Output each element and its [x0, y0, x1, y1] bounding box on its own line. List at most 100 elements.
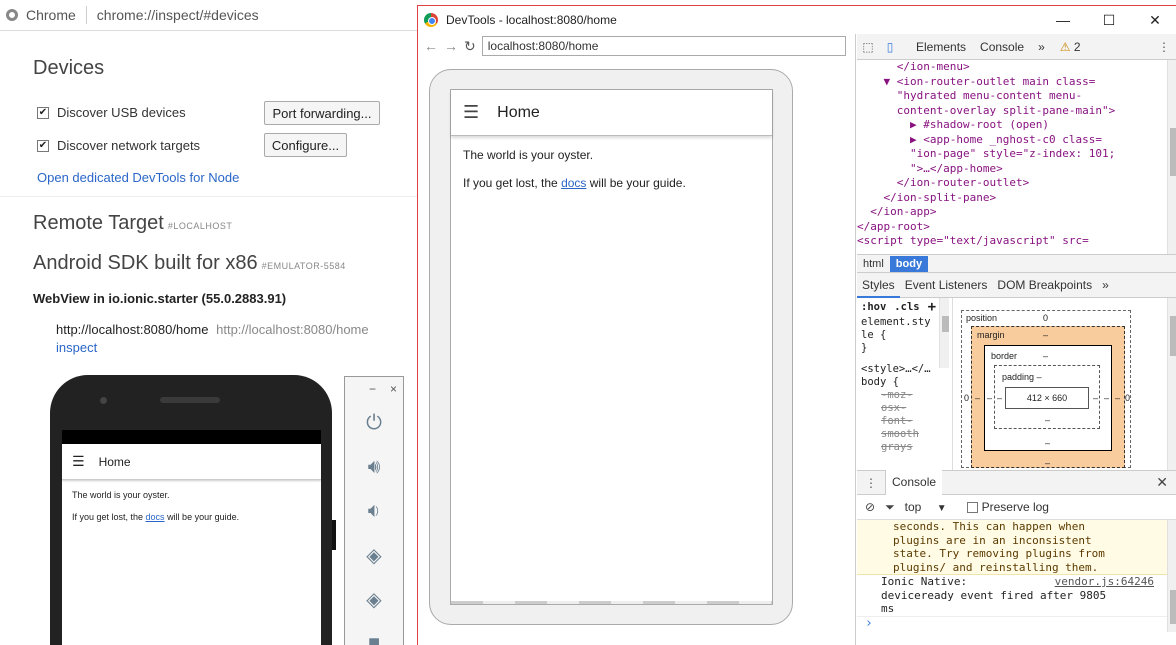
style-property-struck[interactable]: -moz-	[861, 389, 952, 402]
preserve-log-row[interactable]: Preserve log	[966, 500, 1049, 514]
minimize-window-icon[interactable]: —	[1040, 6, 1086, 34]
styles-scrollbar[interactable]	[939, 298, 949, 368]
docs-link[interactable]: docs	[561, 176, 586, 190]
dom-node-line[interactable]: <script type="text/javascript" src=	[857, 234, 1176, 249]
dom-node-line[interactable]: </ion-split-pane>	[857, 191, 1176, 206]
dom-node-line[interactable]: </app-root>	[857, 220, 1176, 235]
breadcrumb-body[interactable]: body	[889, 255, 929, 272]
preserve-log-checkbox[interactable]	[966, 501, 978, 513]
rotate-right-icon[interactable]: ◈	[345, 577, 403, 621]
border-value: –	[1043, 351, 1049, 361]
context-selector[interactable]: top ▼	[905, 500, 947, 514]
tab-styles[interactable]: Styles	[857, 273, 900, 298]
drawer-menu-icon[interactable]: ⋮	[857, 476, 885, 490]
dom-node-line[interactable]: </ion-menu>	[857, 60, 1176, 75]
tab-console-drawer[interactable]: Console	[885, 470, 943, 495]
discover-usb-row[interactable]: ✔ Discover USB devices	[37, 105, 186, 120]
rotate-left-icon[interactable]: ◈	[345, 533, 403, 577]
dom-node-line[interactable]: ">…</app-home>	[857, 162, 1176, 177]
console-message-source[interactable]: vendor.js:64246	[1055, 575, 1154, 589]
style-rule-line[interactable]: body {	[861, 376, 952, 389]
console-output[interactable]: seconds. This can happen when plugins are…	[857, 520, 1176, 632]
breadcrumb-html[interactable]: html	[857, 256, 890, 272]
app-header-title: Home	[98, 454, 131, 469]
screencast-url-input[interactable]: localhost:8080/home	[481, 36, 846, 56]
position-right: 0	[1125, 393, 1131, 403]
discover-network-row[interactable]: ✔ Discover network targets	[37, 138, 200, 153]
chrome-label: Chrome	[26, 7, 76, 23]
cls-toggle[interactable]: .cls	[894, 301, 919, 314]
close-icon[interactable]: ×	[390, 382, 397, 396]
more-tabs-icon[interactable]: »	[1031, 40, 1052, 54]
style-property-struck[interactable]: font-	[861, 415, 952, 428]
configure-button[interactable]: Configure...	[264, 133, 347, 157]
docs-link[interactable]: docs	[146, 512, 165, 522]
dom-node-line[interactable]: ▶ #shadow-root (open)	[857, 118, 1176, 133]
camera-icon[interactable]: ■	[345, 621, 403, 645]
hov-toggle[interactable]: :hov	[861, 301, 886, 314]
phone-screen[interactable]: ☰ Home The world is your oyster. If you …	[62, 430, 321, 645]
dom-node-line[interactable]: </ion-app>	[857, 205, 1176, 220]
discover-usb-label: Discover USB devices	[57, 105, 186, 120]
volume-up-icon[interactable]: 🔊︎	[345, 445, 403, 489]
minimize-icon[interactable]: −	[369, 382, 376, 396]
app-content: The world is your oyster. If you get los…	[451, 136, 772, 191]
reload-icon[interactable]: ↻	[464, 38, 476, 55]
discover-network-checkbox[interactable]: ✔	[37, 139, 49, 152]
elements-scrollbar[interactable]	[1167, 60, 1176, 254]
target-url: http://localhost:8080/home	[216, 322, 369, 337]
maximize-window-icon[interactable]: ☐	[1086, 6, 1132, 34]
close-drawer-icon[interactable]: ✕	[1156, 474, 1168, 491]
divider	[0, 196, 420, 197]
screencast-screen[interactable]: ☰ Home The world is your oyster. If you …	[450, 89, 773, 605]
border-label: border	[991, 351, 1018, 361]
remote-target-title: Remote Target #LOCALHOST	[33, 212, 233, 234]
close-window-icon[interactable]: ✕	[1132, 6, 1176, 34]
padding-right: –	[1093, 393, 1099, 403]
console-scrollbar[interactable]	[1167, 520, 1176, 632]
port-forwarding-button[interactable]: Port forwarding...	[264, 101, 380, 125]
console-prompt[interactable]: ›	[857, 616, 1176, 631]
elements-tree[interactable]: </ion-menu> ▼ <ion-router-outlet main cl…	[857, 60, 1176, 254]
dom-node-line[interactable]: ▼ <ion-router-outlet main class=	[857, 75, 1176, 90]
dom-node-line[interactable]: </ion-router-outlet>	[857, 176, 1176, 191]
tab-event-listeners[interactable]: Event Listeners	[900, 278, 993, 292]
volume-down-icon[interactable]: 🔉︎	[345, 489, 403, 533]
inspect-element-icon[interactable]: ⬚	[857, 40, 879, 54]
devtools-titlebar[interactable]: DevTools - localhost:8080/home — ☐ ✕	[418, 6, 1176, 34]
padding-left: –	[997, 393, 1003, 403]
open-node-devtools-link[interactable]: Open dedicated DevTools for Node	[37, 170, 239, 185]
padding-bottom: –	[1045, 415, 1051, 425]
emulator-phone: ☰ Home The world is your oyster. If you …	[50, 375, 336, 645]
dom-node-line[interactable]: "hydrated menu-content menu-	[857, 89, 1176, 104]
tab-console[interactable]: Console	[973, 40, 1031, 54]
inspect-link[interactable]: inspect	[56, 340, 97, 355]
menu-icon[interactable]: ☰	[72, 453, 85, 470]
boxmodel-scrollbar[interactable]	[1167, 298, 1176, 470]
menu-icon[interactable]: ☰	[463, 102, 479, 123]
dom-node-line[interactable]: content-overlay split-pane-main">	[857, 104, 1176, 119]
warning-badge[interactable]: ⚠ 2	[1060, 40, 1081, 54]
discover-usb-checkbox[interactable]: ✔	[37, 106, 49, 119]
power-icon[interactable]: ⏻	[345, 401, 403, 445]
style-property-struck[interactable]: grays	[861, 441, 952, 454]
back-icon[interactable]: ←	[424, 38, 438, 54]
style-property-struck[interactable]: smooth	[861, 428, 952, 441]
tab-elements[interactable]: Elements	[909, 40, 973, 54]
url-text[interactable]: chrome://inspect/#devices	[97, 7, 259, 23]
position-left: 0	[964, 393, 970, 403]
dom-node-line[interactable]: "ion-page" style="z-index: 101;	[857, 147, 1176, 162]
tab-dom-breakpoints[interactable]: DOM Breakpoints	[992, 278, 1097, 292]
kebab-menu-icon[interactable]: ⋮	[1158, 40, 1170, 54]
margin-right: –	[1115, 393, 1121, 403]
style-property-struck[interactable]: osx-	[861, 402, 952, 415]
filter-icon[interactable]: ⏷	[885, 500, 895, 515]
device-toggle-icon[interactable]: ▯	[879, 40, 901, 54]
forward-icon[interactable]: →	[444, 38, 458, 54]
more-styles-tabs-icon[interactable]: »	[1097, 278, 1114, 292]
styles-pane: :hov .cls + element.sty le {} <style>…</… b…	[857, 298, 1176, 470]
position-value: 0	[1043, 313, 1049, 323]
clear-console-icon[interactable]: ⊘	[865, 500, 875, 514]
add-rule-icon[interactable]: +	[928, 300, 936, 314]
dom-node-line[interactable]: ▶ <app-home _nghost-c0 class=	[857, 133, 1176, 148]
